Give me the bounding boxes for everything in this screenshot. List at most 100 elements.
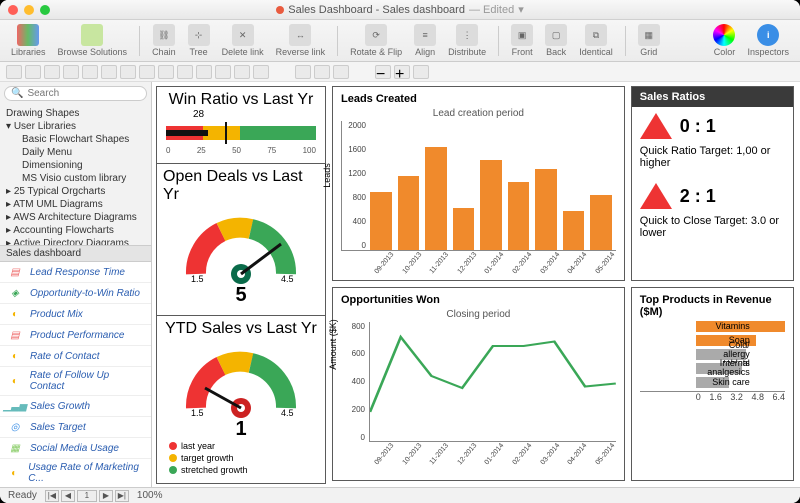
sidebar: 🔍 Drawing Shapes ▾ User Libraries Basic … [0, 82, 152, 487]
window-title: Sales Dashboard - Sales dashboard — Edit… [0, 3, 800, 16]
hbar-row: Internalanalgesics [696, 363, 785, 374]
tool-icon[interactable] [215, 65, 231, 79]
grid-button[interactable]: ▦Grid [635, 24, 663, 57]
stencil-icon: ▁▃▅ [6, 399, 24, 413]
rotate-flip-button[interactable]: ⟳Rotate & Flip [347, 24, 405, 57]
tool-icon[interactable] [120, 65, 136, 79]
stencil-list: ▤Lead Response Time◈Opportunity-to-Win R… [0, 262, 151, 487]
stencil-item[interactable]: ◐Usage Rate of Marketing C... [0, 459, 151, 487]
search-icon: 🔍 [11, 88, 23, 99]
tool-icon[interactable] [234, 65, 250, 79]
stencil-item[interactable]: ▁▃▅Sales Growth [0, 396, 151, 417]
window-controls [8, 5, 50, 15]
y-axis-label: Amount ($K) [328, 319, 338, 370]
reverse-link-button[interactable]: ↔Reverse link [273, 24, 329, 57]
stencil-label: Product Mix [30, 309, 83, 320]
libraries-button[interactable]: Libraries [8, 24, 49, 57]
triangle-up-icon [640, 113, 672, 139]
zoom-icon[interactable] [40, 5, 50, 15]
panel-header: Sales Ratios [632, 87, 793, 107]
close-icon[interactable] [8, 5, 18, 15]
tool-icon[interactable] [333, 65, 349, 79]
toolbar: Libraries Browse Solutions ⛓Chain ⊹Tree … [0, 20, 800, 62]
zoom-fit-icon[interactable] [413, 65, 429, 79]
tree-item[interactable]: ▸ ATM UML Diagrams [0, 198, 151, 211]
tool-icon[interactable] [44, 65, 60, 79]
stencil-label: Usage Rate of Marketing C... [28, 462, 145, 484]
bullet-chart [166, 120, 316, 146]
tree-item[interactable]: ▸ 25 Typical Orgcharts [0, 185, 151, 198]
page-number[interactable]: 1 [77, 490, 97, 502]
sales-ratios-panel: Sales Ratios 0 : 1 Quick Ratio Target: 1… [631, 86, 794, 281]
distribute-button[interactable]: ⋮Distribute [445, 24, 489, 57]
tree-button[interactable]: ⊹Tree [185, 24, 213, 57]
hbar-row: Vitamins [696, 321, 785, 332]
canvas[interactable]: Win Ratio vs Last Yr 28 0255075100 Open … [152, 82, 800, 487]
stencil-item[interactable]: ▦Social Media Usage [0, 438, 151, 459]
stencil-item[interactable]: ◈Opportunity-to-Win Ratio [0, 283, 151, 304]
stencil-item[interactable]: ◐Rate of Contact [0, 346, 151, 367]
page-prev-button[interactable]: ◀ [61, 490, 75, 502]
open-deals-panel: Open Deals vs Last Yr 1.54.5 5 [156, 164, 326, 316]
tool-icon[interactable] [101, 65, 117, 79]
tool-icon[interactable] [196, 65, 212, 79]
back-button[interactable]: ▢Back [542, 24, 570, 57]
zoom-out-icon[interactable]: − [375, 65, 391, 79]
tool-icon[interactable] [82, 65, 98, 79]
gauge-chart: 1.54.5 [181, 204, 301, 284]
tree-item[interactable]: ▸ AWS Architecture Diagrams [0, 211, 151, 224]
stencil-item[interactable]: ◐Rate of Follow Up Contact [0, 367, 151, 396]
tool-icon[interactable] [139, 65, 155, 79]
align-button[interactable]: ≡Align [411, 24, 439, 57]
tool-icon[interactable] [25, 65, 41, 79]
front-button[interactable]: ▣Front [508, 24, 536, 57]
ytd-sales-panel: YTD Sales vs Last Yr 1.54.5 1 last year [156, 316, 326, 484]
tool-icon[interactable] [314, 65, 330, 79]
tool-ribbon: −+ [0, 62, 800, 82]
stencil-icon: ◎ [6, 420, 24, 434]
identical-button[interactable]: ⧉Identical [576, 24, 616, 57]
tree-item[interactable]: Drawing Shapes [0, 107, 151, 120]
panel-title: YTD Sales vs Last Yr [165, 320, 317, 338]
tool-icon[interactable] [158, 65, 174, 79]
stencil-item[interactable]: ◐Product Mix [0, 304, 151, 325]
color-button[interactable]: Color [710, 24, 738, 57]
tree-item[interactable]: ▾ User Libraries [0, 120, 151, 133]
chain-button[interactable]: ⛓Chain [149, 24, 179, 57]
stencil-label: Product Performance [30, 330, 125, 341]
tree-item[interactable]: Daily Menu [0, 146, 151, 159]
tree-item[interactable]: ▸ Accounting Flowcharts [0, 224, 151, 237]
win-ratio-panel: Win Ratio vs Last Yr 28 0255075100 [156, 86, 326, 164]
tool-icon[interactable] [63, 65, 79, 79]
tool-icon[interactable] [295, 65, 311, 79]
minimize-icon[interactable] [24, 5, 34, 15]
dropdown-icon[interactable]: ▾ [518, 3, 524, 16]
stencil-item[interactable]: ▤Product Performance [0, 325, 151, 346]
page-last-button[interactable]: ▶| [115, 490, 129, 502]
tree-item[interactable]: MS Visio custom library [0, 172, 151, 185]
browse-solutions-button[interactable]: Browse Solutions [55, 24, 131, 57]
tree-item[interactable]: ▸ Active Directory Diagrams [0, 237, 151, 245]
bullet-ticks: 0255075100 [166, 146, 316, 155]
page-first-button[interactable]: |◀ [45, 490, 59, 502]
tool-icon[interactable] [177, 65, 193, 79]
tool-icon[interactable] [6, 65, 22, 79]
zoom-in-icon[interactable]: + [394, 65, 410, 79]
tree-item[interactable]: Dimensioning [0, 159, 151, 172]
stencil-item[interactable]: ◎Sales Target [0, 417, 151, 438]
zoom-level[interactable]: 100% [137, 490, 163, 501]
stencil-icon: ◐ [6, 374, 24, 388]
statusbar: Ready |◀ ◀ 1 ▶ ▶| 100% [0, 487, 800, 503]
tree-item[interactable]: Basic Flowchart Shapes [0, 133, 151, 146]
stencil-item[interactable]: ▤Lead Response Time [0, 262, 151, 283]
page-next-button[interactable]: ▶ [99, 490, 113, 502]
gauge-legend: last year target growth stretched growth [163, 441, 248, 475]
hbar-label: Skin care [700, 378, 750, 387]
inspectors-button[interactable]: iInspectors [744, 24, 792, 57]
tool-icon[interactable] [253, 65, 269, 79]
search-input[interactable] [27, 88, 159, 99]
search-box[interactable]: 🔍 [4, 86, 147, 101]
stencil-label: Rate of Contact [30, 351, 99, 362]
delete-link-button[interactable]: ✕Delete link [219, 24, 267, 57]
stencil-tab[interactable]: Sales dashboard [0, 245, 151, 262]
